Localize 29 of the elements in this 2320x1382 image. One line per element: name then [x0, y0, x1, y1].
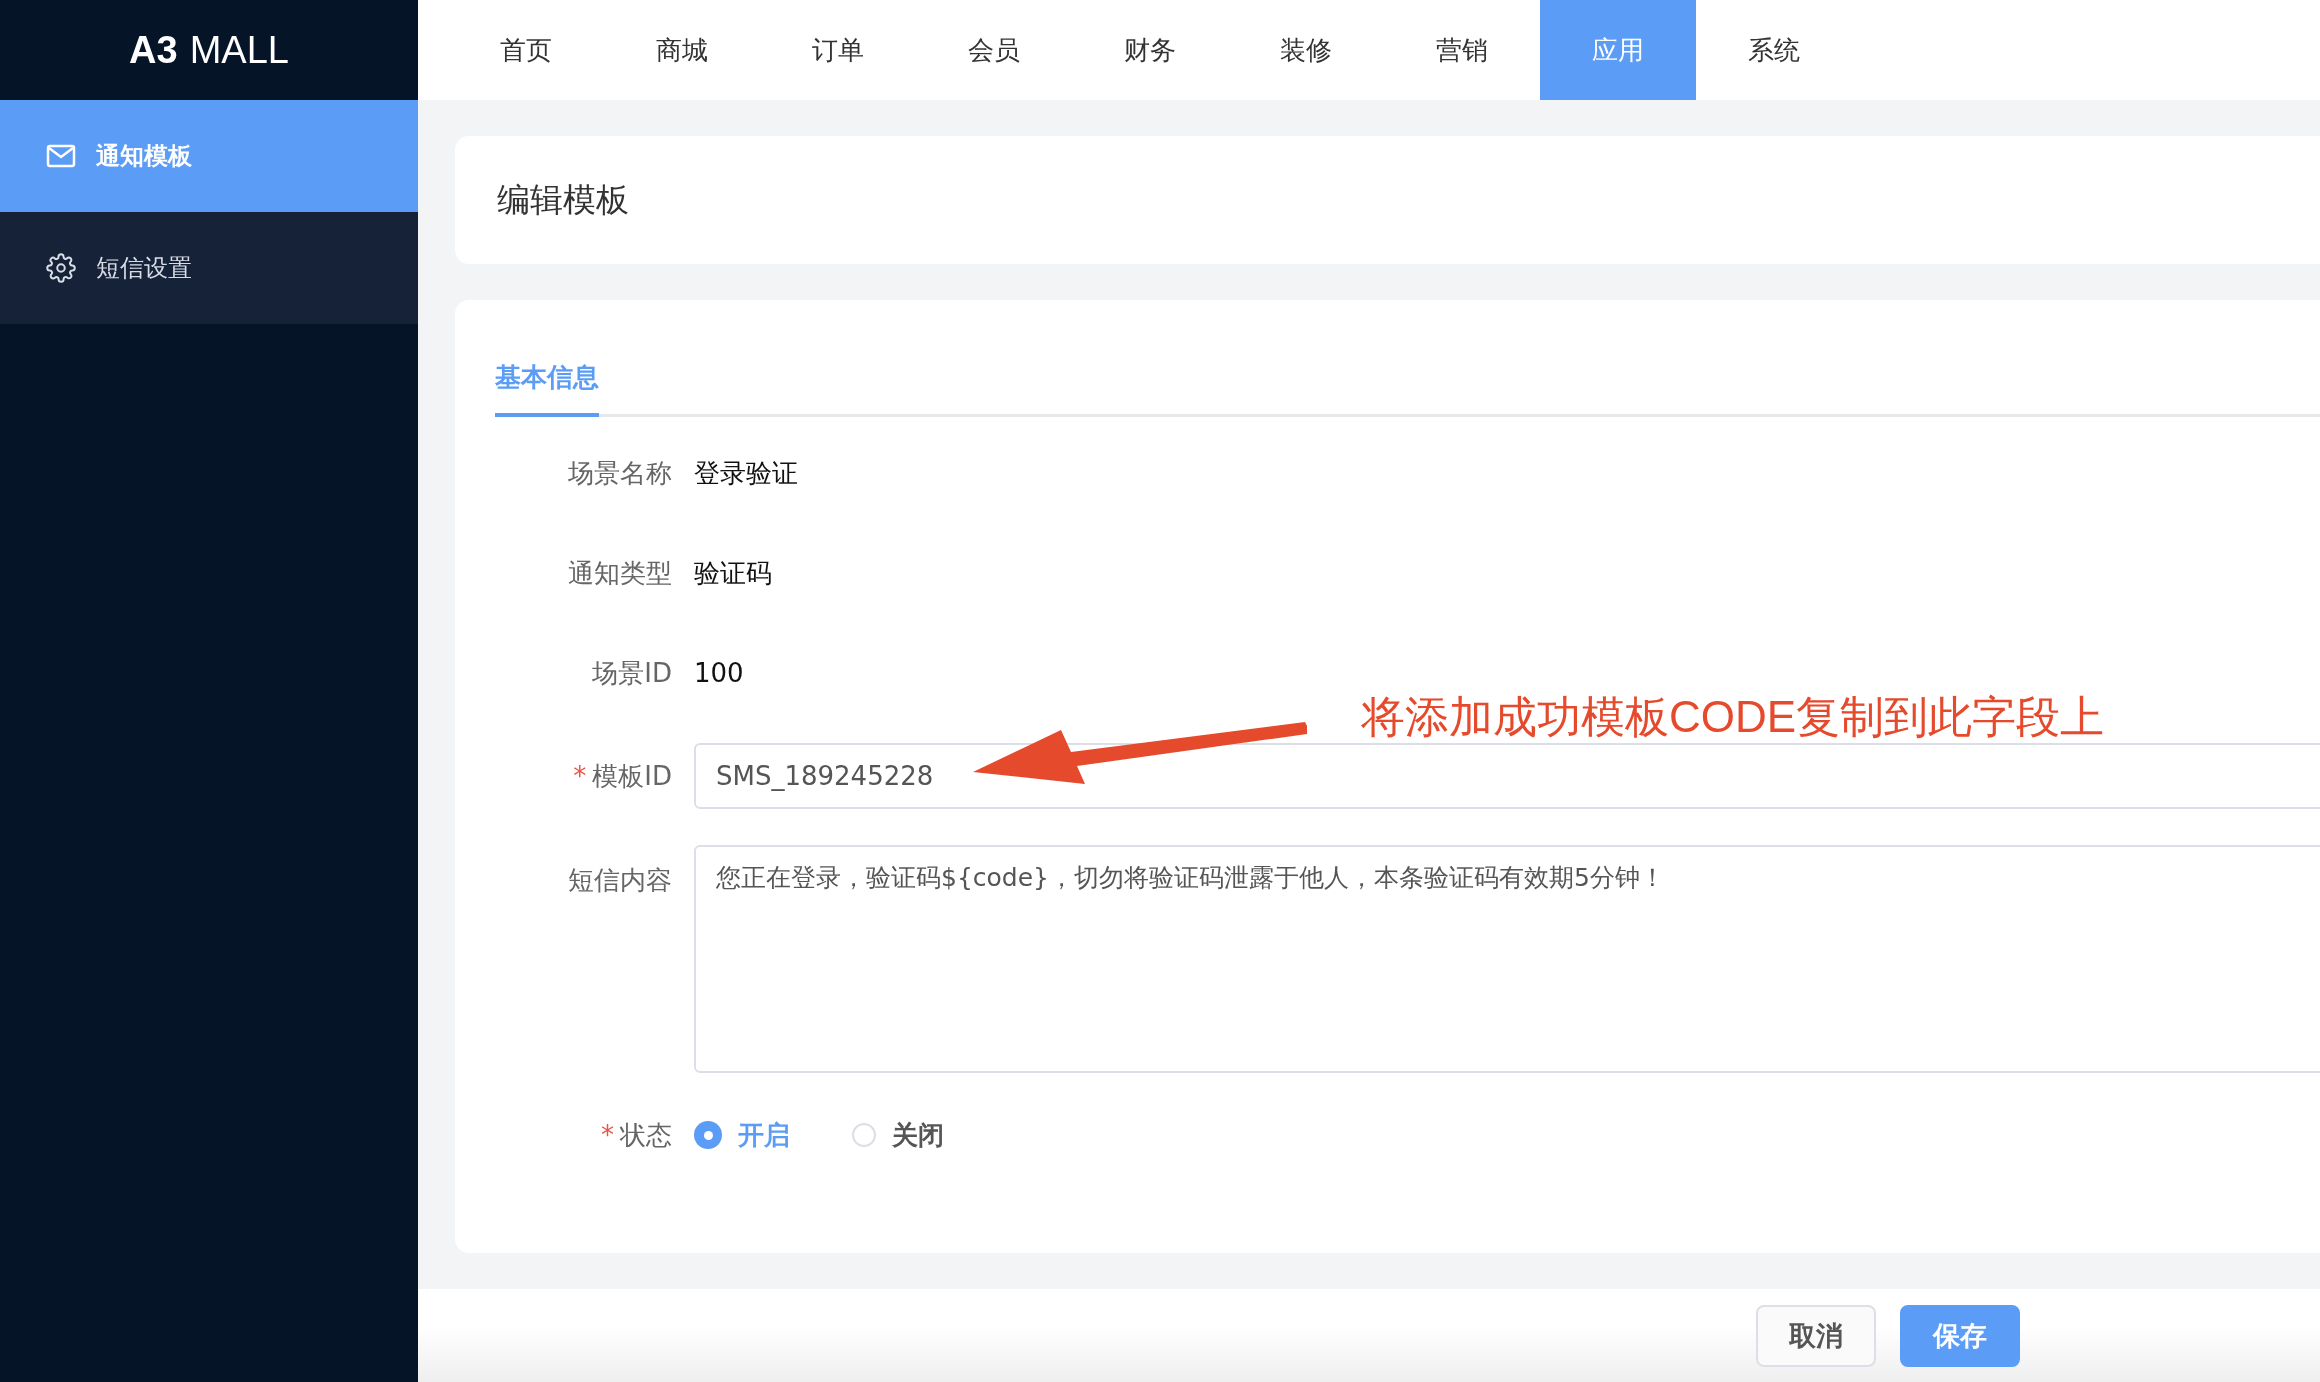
nav-tab[interactable]: 订单: [760, 0, 916, 100]
sms-content-textarea[interactable]: 您正在登录，验证码${code}，切勿将验证码泄露于他人，本条验证码有效期5分钟！: [694, 845, 2320, 1073]
required-mark: *: [573, 761, 587, 791]
nav-tab[interactable]: 首页: [448, 0, 604, 100]
field-label: 通知类型: [568, 556, 672, 590]
field-label: 短信内容: [568, 864, 672, 897]
radio-option[interactable]: 关闭: [852, 1117, 944, 1153]
cancel-button[interactable]: 取消: [1756, 1305, 1876, 1367]
field-value: 登录验证: [694, 456, 798, 490]
nav-tab[interactable]: 财务: [1072, 0, 1228, 100]
logo: A3 MALL: [128, 27, 290, 73]
nav-tab[interactable]: 会员: [916, 0, 1072, 100]
template-id-input[interactable]: SMS_189245228: [694, 743, 2320, 809]
annotation-text: 将添加成功模板CODE复制到此字段上: [1361, 691, 2105, 743]
nav-tab[interactable]: 系统: [1696, 0, 1852, 100]
field-label: 场景ID: [592, 656, 672, 690]
required-mark: *: [601, 1120, 614, 1150]
field-value: 100: [694, 658, 744, 688]
field-label: 场景名称: [568, 456, 672, 490]
sidebar-item[interactable]: 短信设置: [0, 212, 418, 324]
nav-tab[interactable]: 商城: [604, 0, 760, 100]
field-label: 状态: [620, 1118, 672, 1152]
mail-icon: [46, 144, 76, 168]
field-value: 验证码: [694, 556, 772, 590]
nav-tab[interactable]: 装修: [1228, 0, 1384, 100]
field-label: 模板ID: [592, 759, 672, 793]
nav-tab[interactable]: 营销: [1384, 0, 1540, 100]
page-title: 编辑模板: [497, 178, 629, 221]
settings-icon: [46, 253, 76, 283]
